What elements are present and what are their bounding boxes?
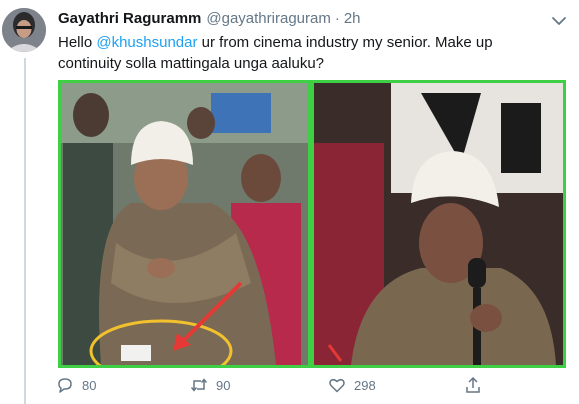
reply-count: 80 (82, 377, 97, 393)
author-name[interactable]: Gayathri Raguramm (58, 10, 201, 27)
separator-dot: · (334, 10, 340, 27)
author-handle[interactable]: @gayathriraguram (206, 10, 330, 27)
tweet-header: Gayathri Raguramm @gayathriraguram · 2h (58, 10, 361, 30)
tweet-card[interactable]: Gayathri Raguramm @gayathriraguram · 2h … (0, 0, 579, 404)
tweet-time[interactable]: 2h (344, 10, 361, 27)
avatar[interactable] (2, 8, 46, 52)
retweet-count: 90 (216, 377, 231, 393)
like-button[interactable]: 298 (328, 374, 376, 396)
left-photo-panel (61, 83, 308, 365)
retweet-button[interactable]: 90 (190, 374, 230, 396)
tweet-actions: 80 90 298 (56, 374, 496, 396)
reply-button[interactable]: 80 (56, 374, 96, 396)
share-button[interactable] (464, 374, 490, 396)
right-photo-panel (314, 83, 563, 365)
mention-link[interactable]: @khushsundar (96, 34, 197, 51)
reply-bubble-icon (58, 378, 72, 393)
heart-icon (329, 378, 345, 393)
like-count: 298 (354, 377, 376, 393)
chevron-down-icon[interactable] (551, 14, 567, 26)
share-upload-icon (466, 376, 480, 393)
tweet-image[interactable] (58, 80, 566, 368)
retweet-arrows-icon (190, 378, 208, 392)
tweet-text: Hello @khushsundar ur from cinema indust… (58, 32, 558, 74)
thread-line (24, 58, 26, 404)
tweet-text-greeting: Hello (58, 34, 97, 51)
